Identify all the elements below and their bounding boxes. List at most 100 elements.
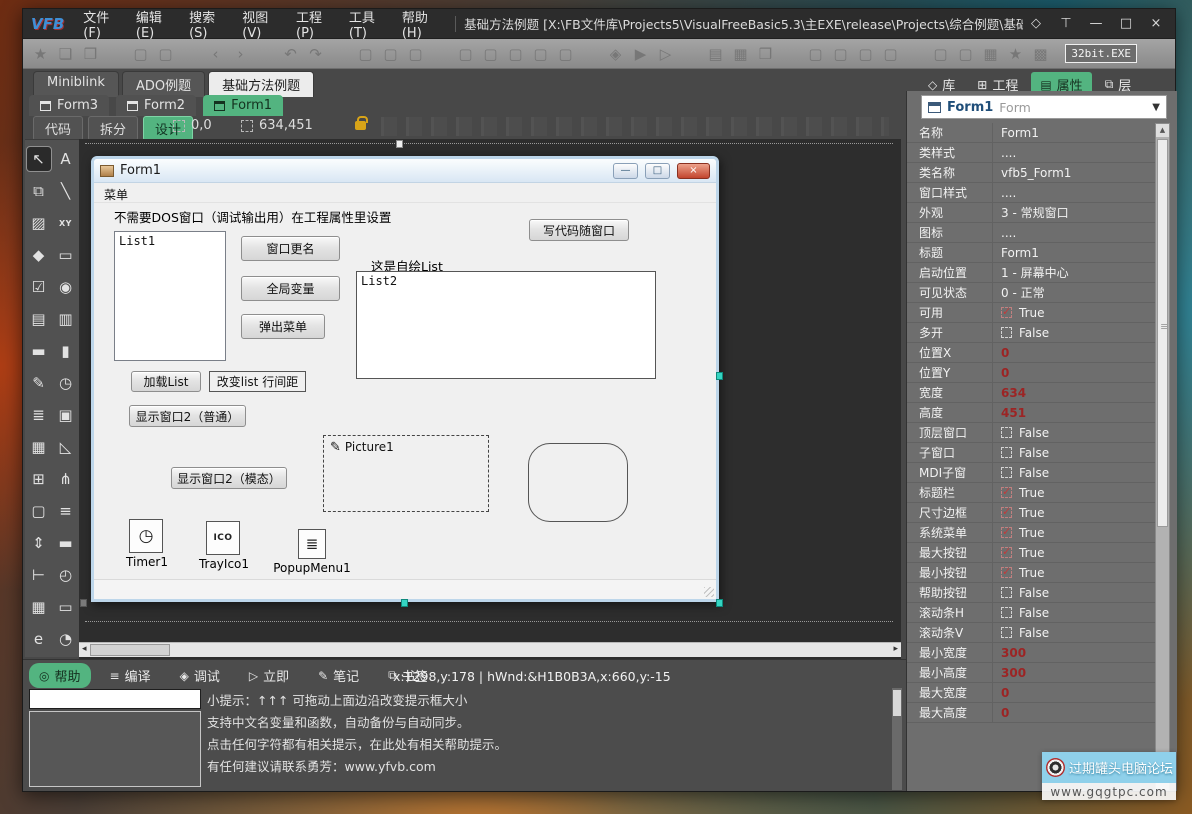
pen-tool-icon[interactable]: ✎ xyxy=(27,371,51,395)
property-value[interactable]: .... xyxy=(993,226,1016,240)
outdent-icon[interactable]: ▢ xyxy=(479,42,502,65)
property-row[interactable]: 多开 False xyxy=(907,323,1169,343)
richtext-tool-icon[interactable]: ≡ xyxy=(54,499,78,523)
property-row[interactable]: 最大按钮 True xyxy=(907,543,1169,563)
cut-icon[interactable]: ▢ xyxy=(354,42,377,65)
tab-compile[interactable]: ≡编译 xyxy=(100,663,161,688)
property-value[interactable]: False xyxy=(993,426,1049,440)
panel-tool-icon[interactable]: ▭ xyxy=(54,243,78,267)
hscrollbar-tool-icon[interactable]: ▬ xyxy=(27,339,51,363)
property-value[interactable]: 451 xyxy=(993,406,1026,420)
property-value[interactable]: True xyxy=(993,546,1045,560)
property-value[interactable]: False xyxy=(993,326,1049,340)
property-value[interactable]: False xyxy=(993,606,1049,620)
green-tool-icon[interactable]: ▩ xyxy=(1029,42,1052,65)
minimize-icon[interactable]: — xyxy=(1083,14,1109,34)
grid-tool-icon[interactable]: ▦ xyxy=(27,435,51,459)
property-row[interactable]: 子窗口 False xyxy=(907,443,1169,463)
checkbox-icon[interactable] xyxy=(1001,627,1012,638)
tab-notes[interactable]: ✎笔记 xyxy=(308,663,369,688)
property-row[interactable]: MDI子窗 False xyxy=(907,463,1169,483)
object-selector[interactable]: Form1 Form ▼ xyxy=(921,95,1167,119)
resize-handle-left[interactable] xyxy=(80,599,87,607)
cells-tool-icon[interactable]: ⊞ xyxy=(27,467,51,491)
rounded-shape-control[interactable] xyxy=(528,443,628,522)
checkbox-icon[interactable] xyxy=(1001,307,1012,318)
designer-canvas[interactable]: Form1 —□× 菜单 不需要DOS窗口（调试输出用）在工程属性里设置 写代码… xyxy=(79,139,901,659)
scroll-right-icon[interactable]: ▸ xyxy=(893,644,898,654)
run-alt-icon[interactable]: ▷ xyxy=(654,42,677,65)
property-value[interactable]: False xyxy=(993,626,1049,640)
property-value[interactable]: vfb5_Form1 xyxy=(993,166,1071,180)
pill-tool-icon[interactable]: ▬ xyxy=(54,531,78,555)
separator[interactable] xyxy=(254,42,277,65)
indent-icon[interactable]: ▢ xyxy=(454,42,477,65)
line-tool-icon[interactable]: ╲ xyxy=(54,179,78,203)
property-row[interactable]: 位置Y 0 xyxy=(907,363,1169,383)
property-value[interactable]: 0 xyxy=(993,686,1009,700)
property-value[interactable]: .... xyxy=(993,186,1016,200)
tab-form3[interactable]: Form3 xyxy=(29,95,109,116)
form-close-icon[interactable]: × xyxy=(677,163,710,179)
scroll-up-icon[interactable]: ▲ xyxy=(1156,124,1169,137)
checkbox-icon[interactable] xyxy=(1001,447,1012,458)
ie-browser-tool-icon[interactable]: e xyxy=(27,627,51,651)
resize-handle-bottom[interactable] xyxy=(401,599,408,607)
shape-tool-icon[interactable]: ⧉ xyxy=(27,179,51,203)
listbox-tool-icon[interactable]: ▤ xyxy=(27,307,51,331)
property-value[interactable]: False xyxy=(993,446,1049,460)
separator[interactable] xyxy=(104,42,127,65)
tab-debug[interactable]: ◈调试 xyxy=(170,663,230,688)
property-row[interactable]: 窗口样式 .... xyxy=(907,183,1169,203)
property-row[interactable]: 高度 451 xyxy=(907,403,1169,423)
tool-e-icon[interactable]: ▢ xyxy=(929,42,952,65)
separator[interactable] xyxy=(904,42,927,65)
designed-form[interactable]: Form1 —□× 菜单 不需要DOS窗口（调试输出用）在工程属性里设置 写代码… xyxy=(91,156,719,602)
tab-form1[interactable]: Form1 xyxy=(203,95,283,116)
canvas-hscroll-thumb[interactable] xyxy=(90,644,170,656)
property-value[interactable]: 1 - 屏幕中心 xyxy=(993,264,1069,281)
trayico1-component[interactable]: ICO xyxy=(206,521,240,555)
property-row[interactable]: 帮助按钮 False xyxy=(907,583,1169,603)
tool-c-icon[interactable]: ▢ xyxy=(854,42,877,65)
property-row[interactable]: 标题栏 True xyxy=(907,483,1169,503)
vscrollbar-tool-icon[interactable]: ▮ xyxy=(54,339,78,363)
separator[interactable] xyxy=(779,42,802,65)
new-project-icon[interactable]: ❏ xyxy=(54,42,77,65)
pointer-tool-icon[interactable]: ↖ xyxy=(27,147,51,171)
checkbox-icon[interactable] xyxy=(1001,507,1012,518)
popup-menu-button[interactable]: 弹出菜单 xyxy=(241,314,325,339)
property-value[interactable]: 0 xyxy=(993,346,1009,360)
separator[interactable] xyxy=(329,42,352,65)
checkbox-icon[interactable] xyxy=(1001,527,1012,538)
list2-listbox[interactable]: List2 xyxy=(356,271,656,379)
page-tool-icon[interactable]: ▢ xyxy=(27,499,51,523)
property-value[interactable]: 0 xyxy=(993,706,1009,720)
tab-help[interactable]: ◎帮助 xyxy=(29,663,91,688)
frame-tool-icon[interactable]: ▭ xyxy=(54,595,78,619)
save-all-icon[interactable]: ▢ xyxy=(154,42,177,65)
property-value[interactable]: Form1 xyxy=(993,246,1039,260)
property-row[interactable]: 可用 True xyxy=(907,303,1169,323)
property-row[interactable]: 最小按钮 True xyxy=(907,563,1169,583)
calendar-tool-icon[interactable]: ▦ xyxy=(27,595,51,619)
tab-code[interactable]: 代码 xyxy=(33,116,83,141)
scroll-left-icon[interactable]: ◂ xyxy=(82,644,87,654)
designed-form-titlebar[interactable]: Form1 —□× xyxy=(94,159,716,183)
separator[interactable] xyxy=(429,42,452,65)
properties-scroll-thumb[interactable] xyxy=(1157,139,1168,527)
open-project-icon[interactable]: ❒ xyxy=(79,42,102,65)
tree-tool-icon[interactable]: ⋔ xyxy=(54,467,78,491)
property-value[interactable]: 0 xyxy=(993,366,1009,380)
menu-tool-icon[interactable]: ≣ xyxy=(27,403,51,427)
line-spacing-label[interactable]: 改变list 行间距 xyxy=(209,371,306,392)
designed-form-menubar[interactable]: 菜单 xyxy=(94,183,716,203)
property-value[interactable]: True xyxy=(993,506,1045,520)
popupmenu1-component[interactable]: ≣ xyxy=(298,529,326,559)
close-icon[interactable]: × xyxy=(1143,14,1169,34)
undo-icon[interactable]: ↶ xyxy=(279,42,302,65)
chevron-down-icon[interactable]: ▼ xyxy=(1152,102,1160,113)
picture-tool-icon[interactable]: ▨ xyxy=(27,211,51,235)
property-value[interactable]: .... xyxy=(993,146,1016,160)
property-row[interactable]: 位置X 0 xyxy=(907,343,1169,363)
